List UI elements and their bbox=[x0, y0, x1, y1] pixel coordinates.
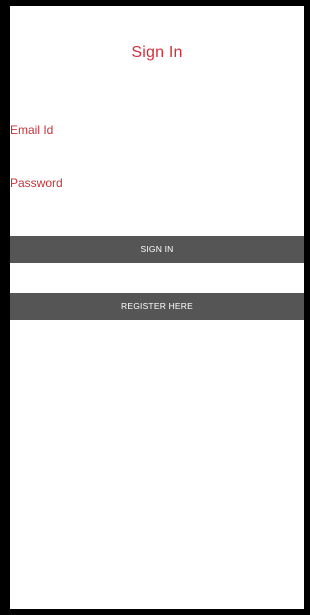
password-field-label[interactable]: Password bbox=[10, 176, 63, 190]
sign-in-screen: Sign In Email Id Password SIGN IN REGIST… bbox=[10, 6, 304, 609]
sign-in-button[interactable]: SIGN IN bbox=[10, 236, 304, 263]
register-here-button[interactable]: REGISTER HERE bbox=[10, 293, 304, 320]
email-id-field-label[interactable]: Email Id bbox=[10, 123, 53, 137]
page-title: Sign In bbox=[131, 44, 183, 61]
